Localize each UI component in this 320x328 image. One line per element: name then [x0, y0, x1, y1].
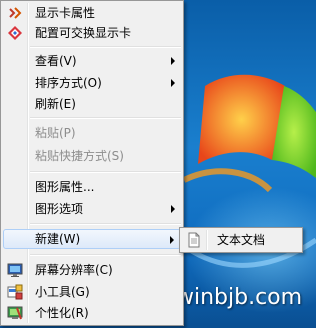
- menu-item-label: 个性化(R): [35, 306, 89, 320]
- text-document-icon: [188, 232, 200, 248]
- submenu-item-text-document[interactable]: 文本文档: [182, 230, 300, 250]
- menu-item-label: 图形属性...: [35, 180, 95, 194]
- screen-resolution-icon: [7, 263, 23, 277]
- menu-item-graphics-properties-ellipsis[interactable]: 图形属性...: [3, 177, 181, 197]
- menu-item-graphics-properties[interactable]: 显示卡属性: [3, 3, 181, 23]
- submenu-arrow-icon: [171, 205, 175, 213]
- menu-item-sort-by[interactable]: 排序方式(O): [3, 73, 181, 93]
- menu-item-screen-resolution[interactable]: 屏幕分辨率(C): [3, 260, 181, 280]
- submenu-arrow-icon: [170, 236, 174, 244]
- switchable-graphics-icon: [8, 26, 22, 40]
- menu-separator: [30, 171, 181, 173]
- menu-item-gadgets[interactable]: 小工具(G): [3, 282, 181, 302]
- menu-item-switchable-graphics[interactable]: 配置可交换显示卡: [3, 23, 181, 43]
- menu-item-label: 查看(V): [35, 54, 77, 68]
- menu-item-paste[interactable]: 粘贴(P): [3, 123, 181, 143]
- graphics-card-icon: [9, 7, 22, 19]
- menu-separator: [30, 254, 181, 256]
- menu-item-label: 配置可交换显示卡: [35, 26, 132, 40]
- personalize-icon: [7, 306, 23, 320]
- desktop-context-menu: 显示卡属性 配置可交换显示卡 查看(V) 排序方式(O) 刷新(E) 粘贴(P)…: [0, 0, 184, 326]
- menu-item-new[interactable]: 新建(W): [3, 229, 181, 249]
- menu-item-graphics-options[interactable]: 图形选项: [3, 199, 181, 219]
- menu-item-label: 显示卡属性: [35, 6, 96, 20]
- menu-separator: [30, 117, 181, 119]
- menu-item-label: 刷新(E): [35, 97, 76, 111]
- site-watermark: winbjb.com: [176, 285, 303, 310]
- menu-item-paste-shortcut[interactable]: 粘贴快捷方式(S): [3, 146, 181, 166]
- menu-separator: [30, 46, 181, 48]
- menu-item-view[interactable]: 查看(V): [3, 51, 181, 71]
- submenu-arrow-icon: [171, 57, 175, 65]
- menu-item-label: 图形选项: [35, 202, 84, 216]
- gadgets-icon: [7, 284, 23, 300]
- menu-item-personalize[interactable]: 个性化(R): [3, 303, 181, 323]
- menu-item-label: 文本文档: [217, 233, 266, 247]
- submenu-arrow-icon: [171, 79, 175, 87]
- menu-item-label: 粘贴快捷方式(S): [35, 149, 124, 163]
- menu-item-label: 粘贴(P): [35, 126, 76, 140]
- menu-item-label: 排序方式(O): [35, 76, 102, 90]
- menu-item-label: 小工具(G): [35, 285, 90, 299]
- menu-separator: [30, 223, 181, 225]
- new-submenu: 文本文档: [179, 227, 303, 253]
- menu-item-refresh[interactable]: 刷新(E): [3, 94, 181, 114]
- menu-item-label: 屏幕分辨率(C): [35, 263, 113, 277]
- menu-item-label: 新建(W): [35, 232, 81, 246]
